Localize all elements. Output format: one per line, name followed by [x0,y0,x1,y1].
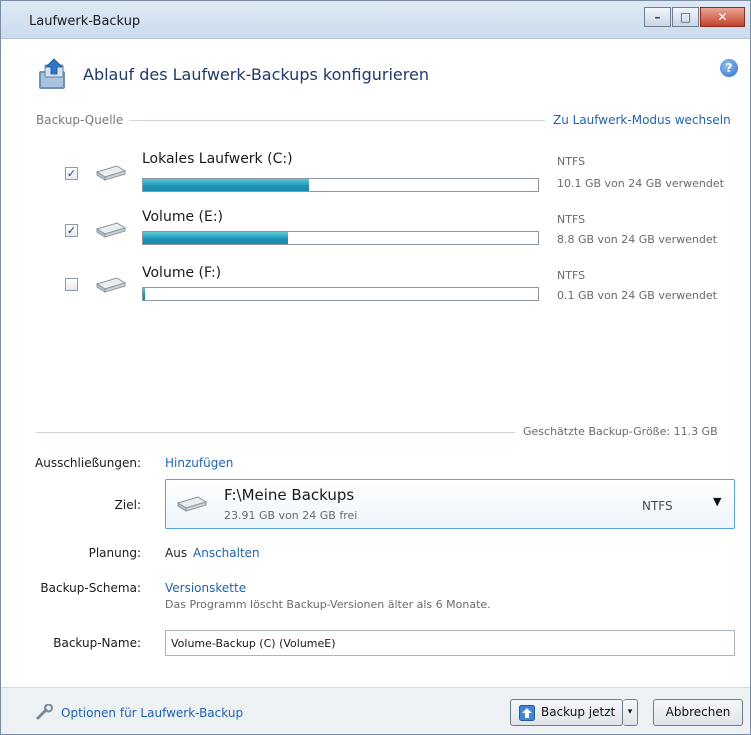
minimize-icon: – [654,10,661,24]
drive-e-name: Volume (E:) [142,209,224,225]
close-button[interactable]: ✕ [700,7,745,27]
enable-schedule-link[interactable]: Anschalten [193,546,260,560]
hard-drive-icon [95,165,127,181]
backup-options-dropdown[interactable]: ▾ [623,699,638,726]
estimated-size: Geschätzte Backup-Größe: 11.3 GB [523,425,718,438]
backup-now-button[interactable]: Backup jetzt [510,699,623,726]
target-label: Ziel: [114,498,141,512]
maximize-button[interactable]: □ [672,7,699,27]
drive-e-usage-fill [143,232,288,244]
backup-name-label: Backup-Name: [53,636,141,650]
target-path: F:\Meine Backups [224,486,355,504]
size-divider [36,432,515,433]
switch-mode-link[interactable]: Zu Laufwerk-Modus wechseln [553,113,731,127]
drive-c-usage: 10.1 GB von 24 GB verwendet [557,177,724,190]
drive-row-f[interactable]: Volume (F:) NTFS 0.1 GB von 24 GB verwen… [61,265,741,321]
schedule-label: Planung: [88,546,141,560]
minimize-button[interactable]: – [644,7,671,27]
chevron-down-icon: ▼ [713,495,722,508]
drive-c-usage-fill [143,179,309,191]
close-icon: ✕ [717,10,728,24]
drive-f-usage-fill [143,288,145,300]
drive-row-c[interactable]: ✓ Lokales Laufwerk (C:) NTFS 10.1 GB von… [61,151,741,207]
drive-e-usage: 8.8 GB von 24 GB verwendet [557,233,717,246]
target-dropdown[interactable]: F:\Meine Backups 23.91 GB von 24 GB frei… [165,479,735,529]
target-filesystem: NTFS [642,499,673,513]
hard-drive-icon [176,496,208,512]
drive-f-usage-bar [142,287,539,301]
source-divider [129,120,545,121]
wrench-icon [36,704,53,720]
drive-c-usage-bar [142,178,539,192]
drive-e-filesystem: NTFS [557,213,586,226]
backup-options-link[interactable]: Optionen für Laufwerk-Backup [61,706,243,720]
drive-f-usage: 0.1 GB von 24 GB verwendet [557,289,717,302]
drive-row-e[interactable]: ✓ Volume (E:) NTFS 8.8 GB von 24 GB verw… [61,209,741,265]
drive-e-usage-bar [142,231,539,245]
maximize-icon: □ [679,10,692,24]
title-bar[interactable]: Laufwerk-Backup – □ ✕ [1,1,750,39]
drive-e-checkbox[interactable]: ✓ [65,224,78,237]
hard-drive-icon [95,222,127,238]
backup-dialog: Laufwerk-Backup – □ ✕ Ablauf des Laufwer… [0,0,751,735]
drive-f-checkbox[interactable] [65,278,78,291]
window-title: Laufwerk-Backup [29,14,141,29]
cancel-button[interactable]: Abbrechen [653,699,743,726]
help-icon[interactable]: ? [720,59,738,77]
target-free-space: 23.91 GB von 24 GB frei [224,509,358,522]
backup-name-input[interactable] [165,630,735,656]
drive-c-filesystem: NTFS [557,155,586,168]
window-controls: – □ ✕ [644,7,745,27]
backup-wizard-icon [39,58,65,89]
drive-f-filesystem: NTFS [557,269,586,282]
backup-now-label: Backup jetzt [541,705,616,719]
scheme-link[interactable]: Versionskette [165,581,246,595]
add-exclusion-link[interactable]: Hinzufügen [165,456,233,470]
drive-f-name: Volume (F:) [142,265,222,281]
exclusions-label: Ausschließungen: [35,456,141,470]
upload-arrow-icon [519,705,535,721]
page-title: Ablauf des Laufwerk-Backups konfiguriere… [83,65,429,84]
scheme-description: Das Programm löscht Backup-Versionen ält… [165,598,491,611]
schedule-value: Aus [165,546,188,560]
source-section-label: Backup-Quelle [36,113,124,127]
scheme-label: Backup-Schema: [40,581,141,595]
hard-drive-icon [95,277,127,293]
drive-c-name: Lokales Laufwerk (C:) [142,151,293,167]
footer-bar: Optionen für Laufwerk-Backup Backup jetz… [1,687,750,734]
drive-c-checkbox[interactable]: ✓ [65,167,78,180]
